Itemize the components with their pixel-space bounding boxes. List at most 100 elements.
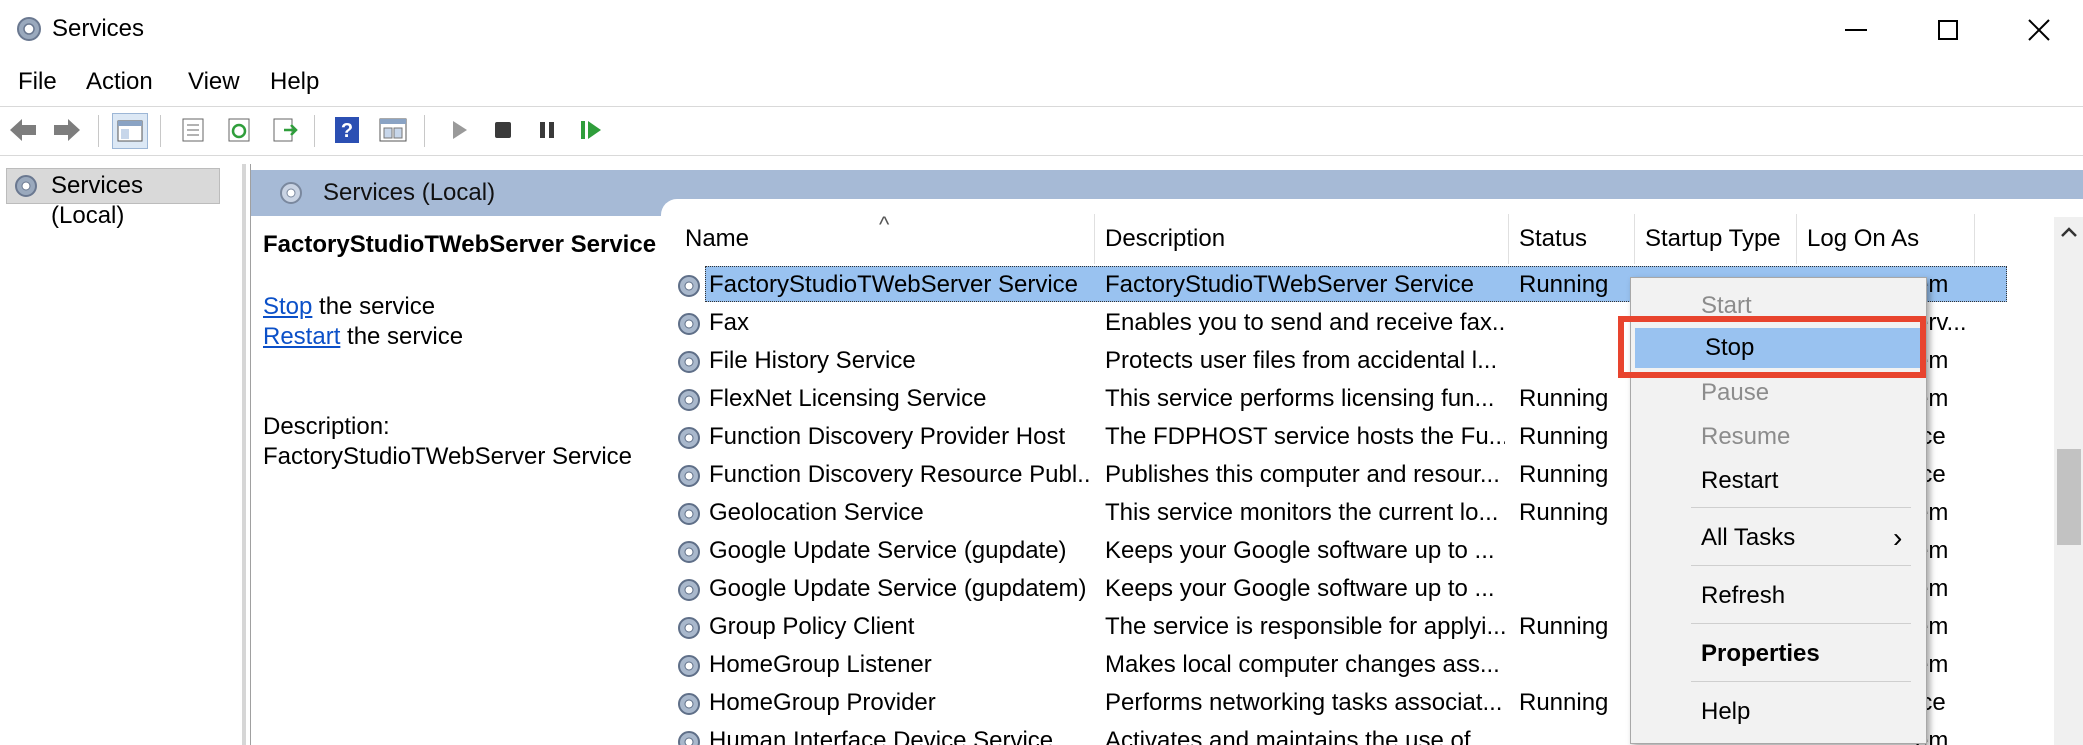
sort-ascending-icon: ^	[879, 214, 890, 237]
export-list-icon	[182, 118, 204, 142]
column-header-startup-type[interactable]: Startup Type	[1635, 214, 1797, 264]
pane-header-label: Services (Local)	[323, 179, 496, 206]
service-gear-icon	[678, 275, 700, 297]
cell-status	[1519, 722, 1639, 745]
cell-name: Google Update Service (gupdatem)	[709, 575, 1087, 602]
chevron-up-icon	[2061, 227, 2077, 237]
ctx-all-tasks[interactable]: All Tasks ›	[1631, 518, 1926, 558]
show-hide-tree-button[interactable]	[112, 113, 148, 149]
refresh-button[interactable]	[222, 113, 256, 147]
pause-service-button[interactable]	[530, 113, 564, 147]
start-service-button[interactable]	[442, 113, 476, 147]
cell-description: The service is responsible for applyi...	[1105, 613, 1505, 640]
cell-log-on-as: em	[1915, 727, 1949, 745]
service-gear-icon	[678, 427, 700, 449]
column-name-label: Name	[685, 225, 750, 252]
cell-name: Function Discovery Resource Publ...	[709, 461, 1089, 488]
refresh-icon	[228, 118, 250, 142]
selected-service-title: FactoryStudioTWebServer Service	[263, 231, 657, 258]
menu-file[interactable]: File	[18, 64, 57, 100]
help-button[interactable]: ?	[330, 113, 364, 147]
cell-name: HomeGroup Listener	[709, 651, 932, 678]
scroll-up-button[interactable]	[2054, 217, 2083, 247]
cell-name: Function Discovery Provider Host	[709, 423, 1066, 450]
cell-name: Google Update Service (gupdate)	[709, 537, 1067, 564]
stop-service-button[interactable]	[486, 113, 520, 147]
service-gear-icon	[678, 351, 700, 373]
restart-service-button[interactable]	[574, 113, 608, 147]
menu-bar: File Action View Help	[0, 64, 2083, 102]
stop-link[interactable]: Stop	[263, 293, 312, 320]
cell-name: HomeGroup Provider	[709, 689, 936, 716]
service-gear-icon	[678, 313, 700, 335]
ctx-properties[interactable]: Properties	[1631, 634, 1926, 674]
cell-status: Running	[1519, 461, 1609, 488]
restart-icon	[581, 121, 601, 139]
cell-log-on-as: em	[1915, 537, 1949, 564]
cell-log-on-as: em	[1915, 499, 1949, 526]
maximize-icon	[1938, 20, 1958, 40]
stop-action-line: Stop the service	[263, 292, 435, 322]
service-gear-icon	[678, 617, 700, 639]
service-gear-icon	[678, 503, 700, 525]
service-gear-icon	[678, 579, 700, 601]
ctx-refresh[interactable]: Refresh	[1631, 576, 1926, 616]
cell-status	[1519, 646, 1639, 684]
chevron-right-icon: ›	[1893, 522, 1903, 553]
cell-name: Human Interface Device Service	[709, 727, 1054, 745]
help-icon: ?	[335, 117, 359, 143]
export-list-button[interactable]	[176, 113, 210, 147]
menu-help[interactable]: Help	[270, 64, 319, 100]
ctx-pause[interactable]: Pause	[1631, 373, 1926, 413]
restart-link[interactable]: Restart	[263, 323, 340, 350]
cell-description: Makes local computer changes ass...	[1105, 651, 1500, 678]
export-icon	[273, 118, 298, 142]
export-button[interactable]	[268, 113, 302, 147]
menu-action[interactable]: Action	[86, 64, 153, 100]
ctx-restart[interactable]: Restart	[1631, 461, 1926, 501]
tree-item-services-local[interactable]: Services (Local)	[6, 168, 220, 229]
column-header-description[interactable]: Description	[1095, 214, 1509, 264]
title-bar: Services	[0, 0, 2083, 60]
start-icon	[453, 121, 467, 139]
cell-description: This service performs licensing fun...	[1105, 385, 1495, 412]
column-header-status[interactable]: Status	[1509, 214, 1635, 264]
column-header-log-on-as[interactable]: Log On As	[1797, 214, 1975, 264]
menu-view[interactable]: View	[188, 64, 240, 100]
column-header-name[interactable]: Name ^	[675, 214, 1095, 264]
service-gear-icon	[678, 731, 700, 745]
cell-log-on-as: em	[1915, 613, 1949, 640]
cell-name: Geolocation Service	[709, 499, 924, 526]
cell-status	[1519, 532, 1639, 570]
minimize-icon	[1845, 29, 1867, 31]
cell-status: Running	[1519, 613, 1609, 640]
cell-description: Enables you to send and receive fax...	[1105, 309, 1505, 336]
tree-item-label: Services (Local)	[51, 172, 144, 229]
cell-description: FactoryStudioTWebServer Service	[1105, 271, 1475, 298]
back-button[interactable]	[6, 113, 40, 147]
properties-button[interactable]	[376, 113, 410, 147]
column-header-row: Name ^ Description Status Startup Type L…	[675, 214, 2055, 264]
svg-text:?: ?	[341, 120, 353, 142]
scroll-thumb[interactable]	[2057, 449, 2081, 545]
cell-name: FlexNet Licensing Service	[709, 385, 987, 412]
ctx-help[interactable]: Help	[1631, 692, 1926, 732]
description-value: FactoryStudioTWebServer Service	[263, 443, 633, 470]
service-gear-icon	[678, 389, 700, 411]
cell-log-on-as: em	[1915, 347, 1949, 374]
restart-link-suffix: the service	[340, 323, 464, 350]
properties-icon	[379, 118, 407, 142]
console-tree: Services (Local)	[0, 164, 246, 745]
cell-description: Protects user files from accidental l...	[1105, 347, 1498, 374]
vertical-scrollbar[interactable]	[2054, 217, 2083, 745]
cell-status: Running	[1519, 271, 1609, 298]
forward-button[interactable]	[50, 113, 84, 147]
close-button[interactable]	[1993, 0, 2083, 60]
maximize-button[interactable]	[1902, 0, 1994, 60]
gear-icon	[17, 17, 41, 41]
ctx-resume[interactable]: Resume	[1631, 417, 1926, 457]
minimize-button[interactable]	[1810, 0, 1902, 60]
ctx-all-tasks-label: All Tasks	[1701, 524, 1796, 551]
service-gear-icon	[678, 655, 700, 677]
cell-log-on-as: em	[1915, 651, 1949, 678]
